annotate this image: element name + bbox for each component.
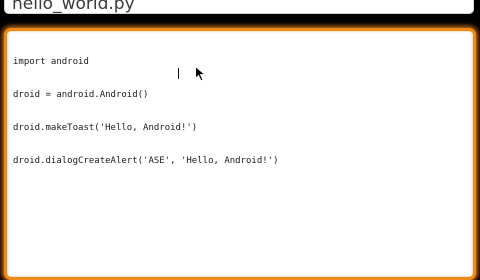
- code-line-2: droid = android.Android(): [13, 90, 149, 100]
- code-line-3: droid.makeToast('Hello, Android!'): [13, 123, 198, 133]
- code-line-4: droid.dialogCreateAlert('ASE', 'Hello, A…: [13, 156, 279, 166]
- filename-text: hello_world.py: [12, 0, 135, 14]
- mouse-pointer-icon: [195, 66, 206, 82]
- filename-input[interactable]: hello_world.py: [4, 0, 474, 14]
- code-line-1: import android: [13, 57, 89, 67]
- code-text: import android droid = android.Android()…: [13, 35, 279, 189]
- text-caret: [178, 68, 179, 79]
- code-editor[interactable]: import android droid = android.Android()…: [4, 28, 476, 280]
